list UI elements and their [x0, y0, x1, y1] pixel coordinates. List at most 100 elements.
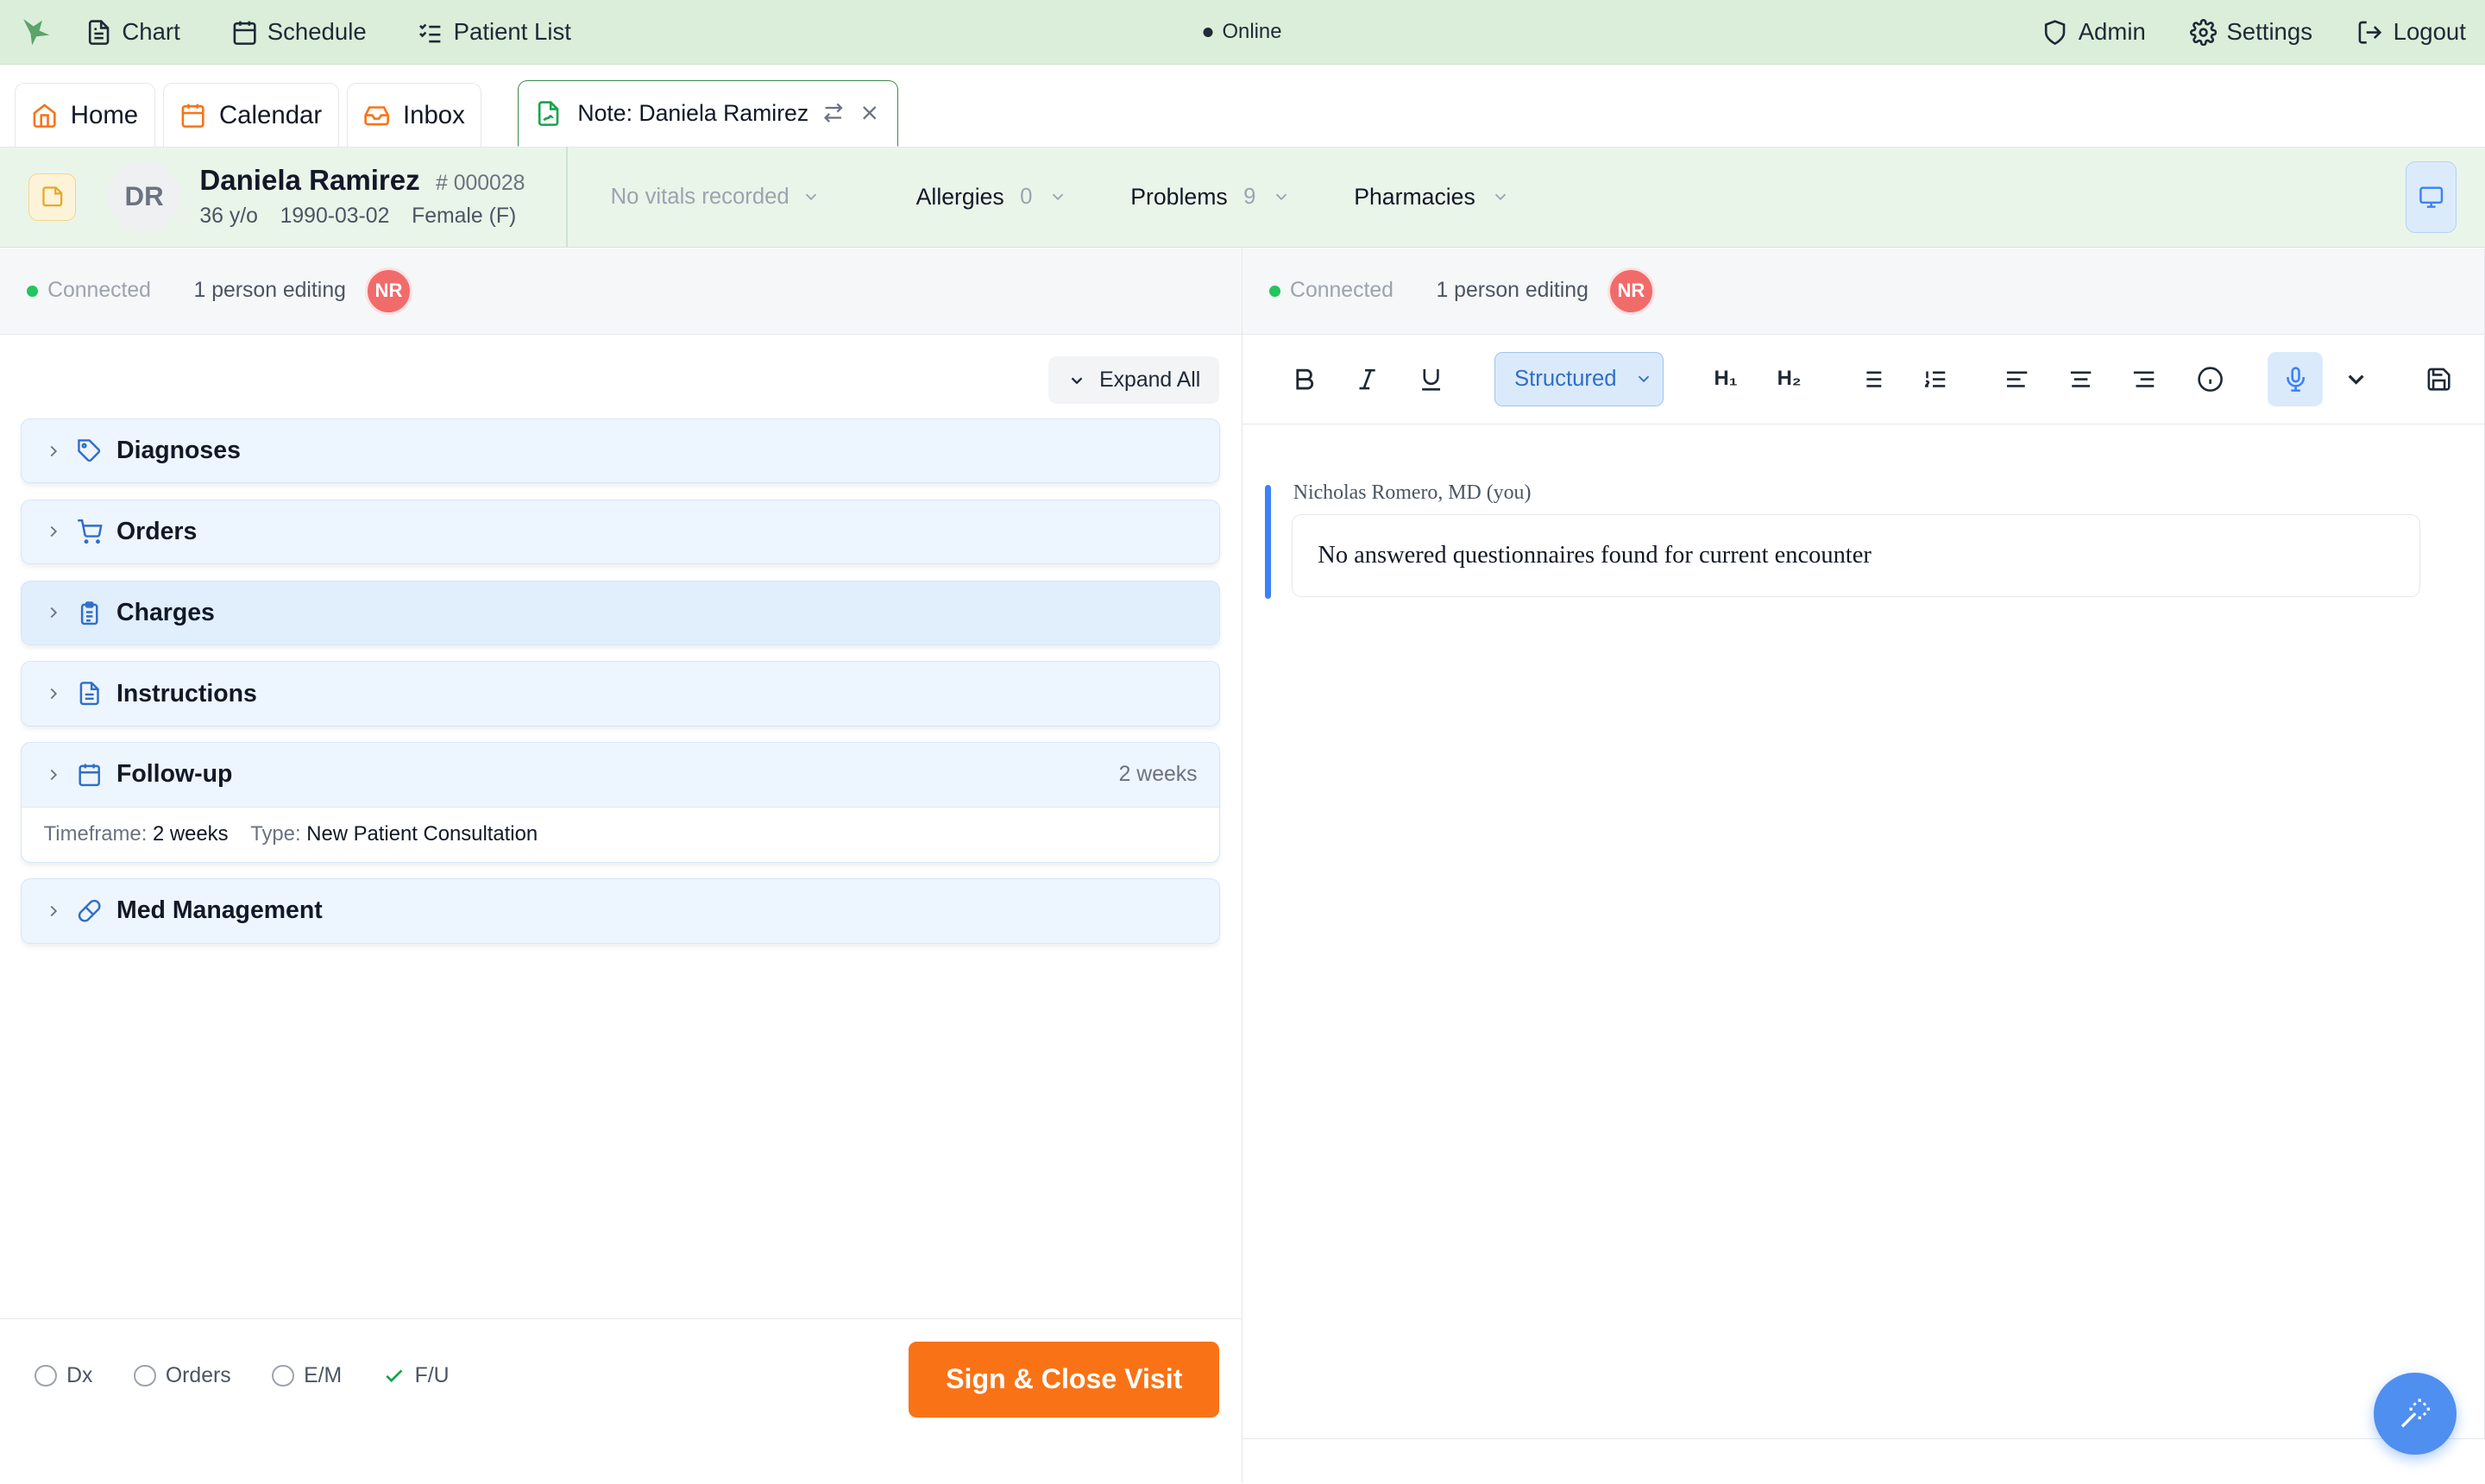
- dictation-button[interactable]: [2268, 352, 2324, 406]
- check-em-label: E/M: [304, 1363, 343, 1387]
- numbered-list-icon: [1924, 371, 1946, 387]
- dictation-options-button[interactable]: [2336, 359, 2377, 400]
- sticky-note-icon: [42, 186, 63, 207]
- tag-icon: [78, 439, 101, 462]
- patient-sex: Female (F): [412, 204, 517, 228]
- inbox-icon: [364, 106, 389, 126]
- check-dx: Dx: [35, 1364, 92, 1388]
- main-panels: Connected 1 person editing NR Expand All…: [0, 248, 2485, 1484]
- visit-footer: Dx Orders E/M F/U Sign & Close Visit: [0, 1318, 1242, 1484]
- nav-patient-list[interactable]: Patient List: [417, 18, 571, 46]
- patient-info: Daniela Ramirez # 000028 36 y/o 1990-03-…: [199, 165, 525, 228]
- expand-all-button[interactable]: Expand All: [1048, 356, 1220, 405]
- tab-note-active[interactable]: Note: Daniela Ramirez: [518, 79, 899, 147]
- pharmacies-label: Pharmacies: [1354, 183, 1475, 210]
- ai-assist-button[interactable]: [2374, 1372, 2457, 1456]
- shield-icon: [2045, 19, 2066, 45]
- editor-avatar[interactable]: NR: [364, 267, 413, 315]
- connected-label: Connected: [1290, 279, 1393, 303]
- connection-indicator: Connected: [1269, 279, 1393, 303]
- editor-avatar[interactable]: NR: [1607, 267, 1655, 315]
- chevron-right-icon: [50, 769, 57, 781]
- nav-patient-list-label: Patient List: [453, 18, 571, 46]
- chevron-down-icon: [2349, 374, 2364, 385]
- monitor-button[interactable]: [2406, 161, 2457, 233]
- bullet-list-button[interactable]: [1851, 359, 1892, 400]
- align-left-button[interactable]: [1997, 359, 2038, 400]
- bold-button[interactable]: [1284, 359, 1325, 400]
- patient-name[interactable]: Daniela Ramirez: [199, 165, 419, 198]
- heading1-button[interactable]: H₁: [1705, 359, 1746, 400]
- completion-checklist: Dx Orders E/M F/U: [35, 1363, 450, 1388]
- tab-calendar[interactable]: Calendar: [162, 83, 339, 147]
- check-orders-label: Orders: [165, 1363, 231, 1387]
- timeframe-label: Timeframe:: [43, 822, 148, 846]
- section-diagnoses[interactable]: Diagnoses: [20, 418, 1221, 484]
- editing-count: 1 person editing: [193, 279, 346, 303]
- nav-logout[interactable]: Logout: [2356, 18, 2466, 46]
- encounter-sections: Diagnoses Orders Charges Instructions Fo…: [20, 418, 1221, 959]
- section-orders[interactable]: Orders: [20, 499, 1221, 565]
- calendar-icon: [79, 764, 101, 787]
- chevron-right-icon: [50, 905, 57, 917]
- tab-inbox[interactable]: Inbox: [346, 83, 482, 147]
- chevron-down-icon: [1495, 193, 1507, 201]
- align-center-icon: [2070, 371, 2092, 387]
- section-instructions[interactable]: Instructions: [20, 661, 1221, 726]
- save-icon: [2427, 368, 2450, 391]
- nav-settings-label: Settings: [2226, 18, 2312, 46]
- underline-button[interactable]: [1411, 359, 1452, 400]
- check-fu: F/U: [383, 1364, 450, 1388]
- align-left-icon: [2007, 371, 2028, 387]
- top-right-menu: Admin Settings Logout: [2041, 18, 2466, 46]
- info-button[interactable]: [2190, 359, 2231, 400]
- pharmacies-dropdown[interactable]: Pharmacies: [1354, 184, 1510, 211]
- allergies-dropdown[interactable]: Allergies 0: [916, 184, 1067, 211]
- align-center-button[interactable]: [2060, 359, 2102, 400]
- tab-home[interactable]: Home: [14, 83, 155, 147]
- info-icon: [2198, 367, 2224, 392]
- note-author: Nicholas Romero, MD (you): [1293, 481, 1532, 505]
- author-marker: [1264, 485, 1272, 600]
- section-charges[interactable]: Charges: [20, 580, 1221, 645]
- chevron-down-icon: [1639, 375, 1650, 383]
- note-text-block[interactable]: No answered questionnaires found for cur…: [1291, 514, 2420, 597]
- app-root: Chart Schedule Patient List Online Admin…: [0, 0, 2485, 1484]
- circle-icon: [134, 1364, 156, 1387]
- swap-icon[interactable]: [821, 101, 846, 125]
- vitals-dropdown[interactable]: No vitals recorded: [611, 185, 821, 210]
- section-med-management[interactable]: Med Management: [20, 878, 1221, 944]
- editor-toolbar: Structured H₁ H₂: [1242, 334, 2484, 425]
- nav-settings[interactable]: Settings: [2190, 18, 2312, 46]
- followup-details: Timeframe: 2 weeks Type: New Patient Con…: [21, 806, 1220, 862]
- problems-dropdown[interactable]: Problems 9: [1130, 184, 1291, 211]
- italic-button[interactable]: [1347, 359, 1388, 400]
- followup-summary: 2 weeks: [1118, 762, 1198, 786]
- close-icon[interactable]: [858, 101, 882, 125]
- align-right-button[interactable]: [2123, 359, 2165, 400]
- logout-icon: [2359, 21, 2382, 44]
- magic-wand-icon: [2400, 1399, 2430, 1428]
- nav-chart[interactable]: Chart: [85, 18, 180, 46]
- nav-admin[interactable]: Admin: [2041, 18, 2146, 46]
- section-title: Charges: [116, 598, 215, 626]
- chevron-down-icon: [1052, 193, 1063, 201]
- problems-label: Problems: [1130, 183, 1228, 210]
- tab-inbox-label: Inbox: [402, 100, 465, 129]
- format-select[interactable]: Structured: [1494, 352, 1664, 406]
- section-title: Diagnoses: [116, 437, 241, 465]
- type-value: New Patient Consultation: [306, 822, 538, 846]
- collab-bar-left: Connected 1 person editing NR: [0, 248, 1242, 335]
- section-followup[interactable]: Follow-up 2 weeks Timeframe: 2 weeks Typ…: [20, 742, 1221, 863]
- heading2-button[interactable]: H₂: [1769, 359, 1810, 400]
- list-checks-icon: [419, 23, 441, 42]
- note-badge[interactable]: [28, 173, 77, 221]
- patient-avatar: DR: [107, 160, 181, 234]
- app-logo-icon[interactable]: [19, 15, 53, 49]
- save-button[interactable]: [2419, 359, 2460, 400]
- nav-schedule[interactable]: Schedule: [231, 18, 367, 46]
- sign-close-visit-button[interactable]: Sign & Close Visit: [909, 1341, 1220, 1418]
- numbered-list-button[interactable]: [1915, 359, 1956, 400]
- collab-bar-right: Connected 1 person editing NR: [1242, 248, 2484, 335]
- calendar-icon: [181, 104, 204, 128]
